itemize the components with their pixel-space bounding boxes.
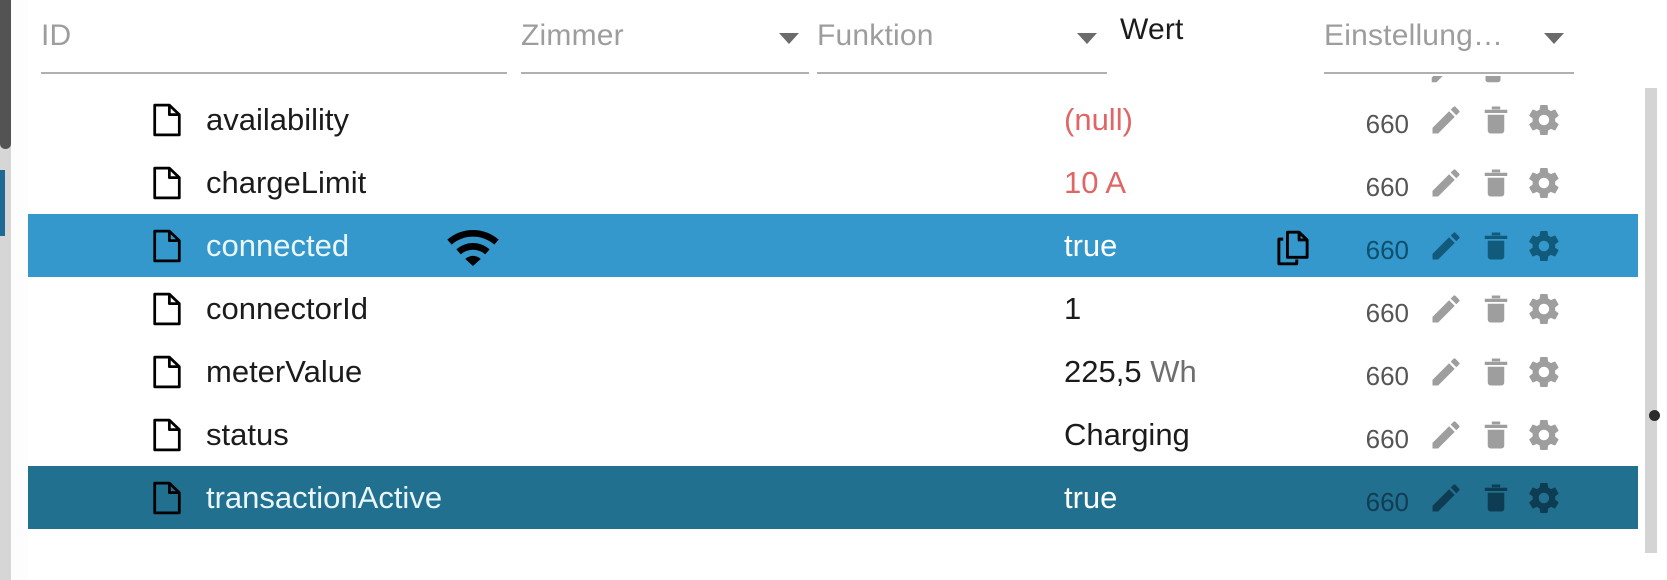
row-setting-value: 660 <box>1365 487 1409 517</box>
pencil-icon[interactable] <box>1428 165 1464 201</box>
pencil-icon[interactable] <box>1428 480 1464 516</box>
pencil-icon[interactable] <box>1428 228 1464 264</box>
gear-icon[interactable] <box>1526 354 1562 390</box>
table-row[interactable]: availability (null) 660 <box>28 88 1638 151</box>
row-value: 225,5 Wh <box>1064 340 1197 403</box>
row-value: true <box>1064 466 1117 529</box>
trash-icon[interactable] <box>1478 291 1514 327</box>
row-value: true <box>1064 214 1117 277</box>
left-scrollbar-track[interactable] <box>0 0 11 580</box>
wert-column-header: Wert <box>1120 13 1320 74</box>
zimmer-filter-underline <box>521 72 809 74</box>
table-filter-bar: ID Zimmer Funktion Wert Einstellung… <box>28 0 1667 76</box>
row-value: 1 <box>1064 277 1081 340</box>
row-setting-value: 660 <box>1365 109 1409 139</box>
row-id-label: connected <box>206 228 350 263</box>
row-setting-value: 660 <box>1365 361 1409 391</box>
chevron-down-icon <box>779 33 799 44</box>
file-icon <box>151 418 183 452</box>
file-icon <box>151 292 183 326</box>
row-setting-value: 660 <box>1365 235 1409 265</box>
funktion-filter-label: Funktion <box>817 19 934 52</box>
file-icon <box>151 481 183 515</box>
zimmer-filter-label: Zimmer <box>521 19 624 52</box>
table-row[interactable]: chargeLimit 10 A 660 <box>28 151 1638 214</box>
trash-icon <box>1478 76 1508 86</box>
table-row[interactable]: connected true 660 <box>28 214 1638 277</box>
einstellung-filter-underline <box>1324 72 1574 74</box>
id-filter-placeholder: ID <box>41 19 72 52</box>
chevron-down-icon <box>1544 33 1564 44</box>
table-row[interactable]: transactionActive true 660 <box>28 466 1638 529</box>
einstellung-filter-select[interactable]: Einstellung… <box>1324 16 1574 74</box>
row-id-label: connectorId <box>206 291 368 326</box>
file-icon <box>151 355 183 389</box>
id-filter-underline <box>41 72 507 74</box>
row-setting-value: 660 <box>1365 424 1409 454</box>
file-icon <box>151 166 183 200</box>
list-scrollbar-track[interactable] <box>1645 88 1657 553</box>
table-row[interactable]: meterValue 225,5 Wh 660 <box>28 340 1638 403</box>
row-id-label: chargeLimit <box>206 165 367 200</box>
file-icon <box>151 103 183 137</box>
pencil-icon[interactable] <box>1428 291 1464 327</box>
wert-column-label: Wert <box>1120 13 1184 46</box>
trash-icon[interactable] <box>1478 228 1514 264</box>
row-id-label: status <box>206 417 289 452</box>
row-value-number: true <box>1064 228 1118 263</box>
row-setting-value: 660 <box>1365 172 1409 202</box>
row-value-number: 10 <box>1064 165 1099 200</box>
row-setting-value: 660 <box>1365 298 1409 328</box>
table-row[interactable]: connectorId 1 660 <box>28 277 1638 340</box>
pencil-icon[interactable] <box>1428 417 1464 453</box>
row-value-unit: A <box>1105 165 1127 200</box>
trash-icon[interactable] <box>1478 102 1514 138</box>
funktion-filter-underline <box>817 72 1107 74</box>
table-body: availability (null) 660 chargeLimit 10 A 660 c… <box>28 88 1667 580</box>
trash-icon[interactable] <box>1478 417 1514 453</box>
row-id-label: meterValue <box>206 354 363 389</box>
row-value-number: 225,5 <box>1064 354 1142 389</box>
id-filter-input[interactable]: ID <box>41 16 507 74</box>
gear-icon[interactable] <box>1526 291 1562 327</box>
trash-icon[interactable] <box>1478 165 1514 201</box>
entity-table-panel: ID Zimmer Funktion Wert Einstellung… ava… <box>0 0 1667 580</box>
row-value-number: 1 <box>1064 291 1082 326</box>
row-value-unit: Wh <box>1150 354 1197 389</box>
table-panel: ID Zimmer Funktion Wert Einstellung… ava… <box>28 0 1667 580</box>
zimmer-filter-select[interactable]: Zimmer <box>521 16 809 74</box>
row-value-number: Charging <box>1064 417 1190 452</box>
row-value: 10 A <box>1064 151 1126 214</box>
gear-icon[interactable] <box>1526 417 1562 453</box>
right-edge <box>1663 0 1667 580</box>
row-value-number: true <box>1064 480 1118 515</box>
trash-icon[interactable] <box>1478 480 1514 516</box>
selection-accent-bar <box>0 170 5 236</box>
table-row[interactable]: status Charging 660 <box>28 403 1638 466</box>
gear-icon[interactable] <box>1526 228 1562 264</box>
row-id-label: transactionActive <box>206 480 443 515</box>
wifi-icon <box>446 230 500 266</box>
gear-icon[interactable] <box>1526 165 1562 201</box>
gear-icon[interactable] <box>1526 102 1562 138</box>
row-value-number: (null) <box>1064 102 1133 137</box>
resize-handle-dot[interactable] <box>1649 410 1660 421</box>
row-value: Charging <box>1064 403 1190 466</box>
pencil-icon[interactable] <box>1428 102 1464 138</box>
clipped-row-above <box>28 76 1667 88</box>
left-gutter <box>11 0 28 580</box>
gear-icon[interactable] <box>1526 480 1562 516</box>
pencil-icon <box>1428 76 1458 86</box>
funktion-filter-select[interactable]: Funktion <box>817 16 1107 74</box>
trash-icon[interactable] <box>1478 354 1514 390</box>
pencil-icon[interactable] <box>1428 354 1464 390</box>
copy-icon[interactable] <box>1276 230 1310 266</box>
file-icon <box>151 229 183 263</box>
einstellung-filter-label: Einstellung… <box>1324 19 1504 52</box>
chevron-down-icon <box>1077 33 1097 44</box>
left-scrollbar-thumb[interactable] <box>0 0 11 149</box>
row-value: (null) <box>1064 88 1133 151</box>
row-id-label: availability <box>206 102 350 137</box>
